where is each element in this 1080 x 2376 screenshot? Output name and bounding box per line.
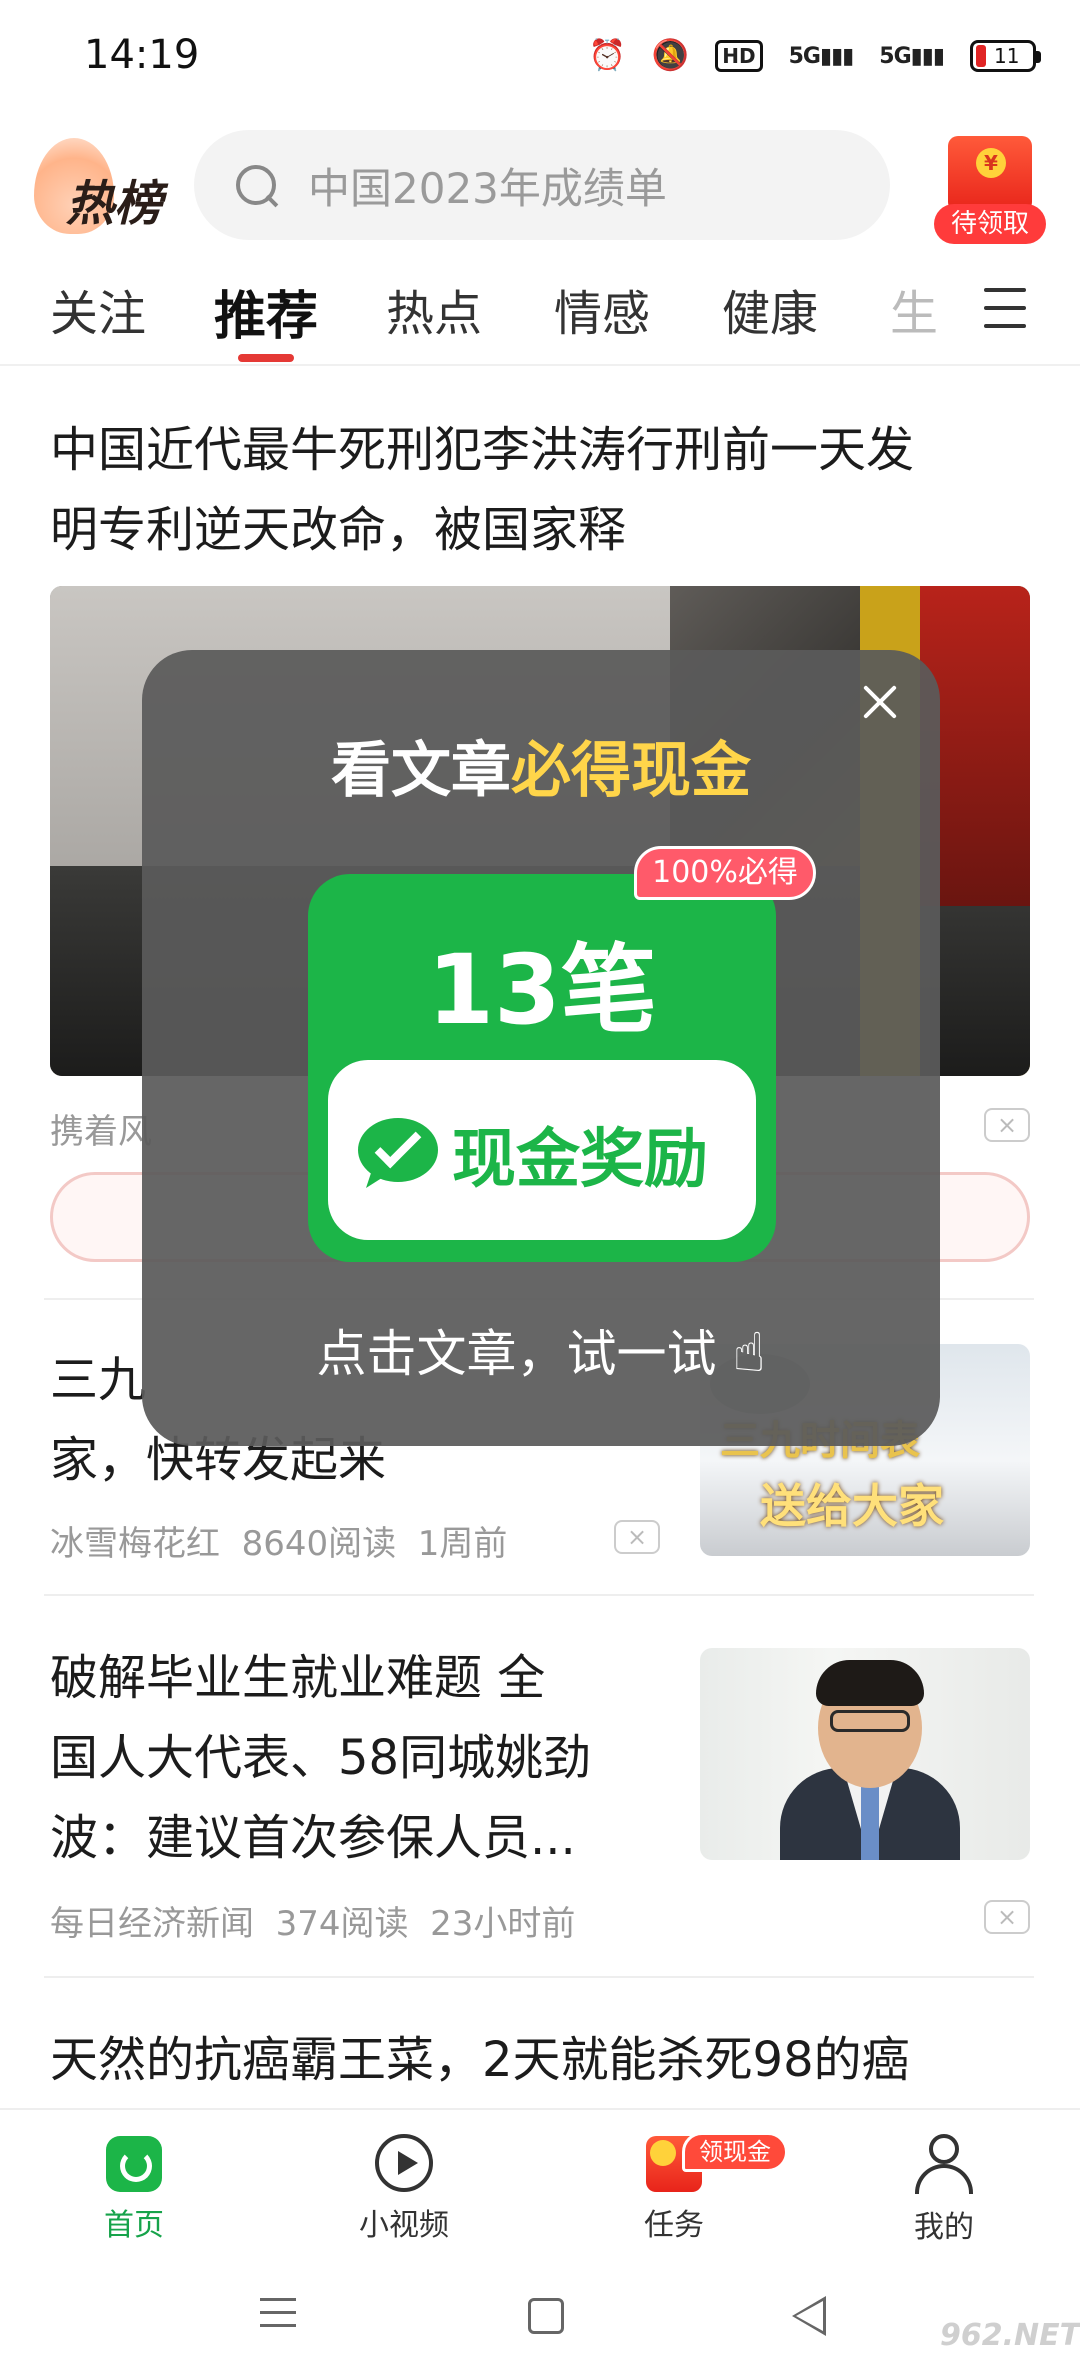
mute-bell-icon: 🔕 (651, 38, 690, 73)
tab-life[interactable]: 生 (890, 274, 938, 344)
active-tab-indicator (238, 354, 294, 362)
reward-card[interactable]: 13笔 现金奖励 (308, 874, 776, 1262)
category-tabs: 关注 推荐 热点 情感 健康 生 (0, 250, 1080, 366)
coin-icon: ¥ (976, 148, 1006, 178)
app-header: 热榜 中国2023年成绩单 ¥ 待领取 (0, 120, 1080, 250)
dismiss-button[interactable]: × (984, 1108, 1030, 1142)
nav-me[interactable]: 我的 (844, 2122, 1044, 2246)
bottom-navigation: 首页 小视频 任务 领现金 我的 (0, 2108, 1080, 2258)
status-icons: ⏰ 🔕 HD 5G▮▮▮ 5G▮▮▮ 11 (588, 36, 1041, 76)
guarantee-badge: 100%必得 (634, 846, 816, 900)
nav-tasks[interactable]: 任务 领现金 (574, 2122, 788, 2244)
red-envelope-button[interactable]: ¥ 待领取 (930, 130, 1050, 246)
tap-hand-icon: ☝ (732, 1321, 766, 1384)
tab-hot[interactable]: 热点 (386, 274, 482, 344)
redpack-label: 待领取 (934, 204, 1046, 244)
article-thumbnail[interactable] (700, 1648, 1030, 1860)
tab-emotion[interactable]: 情感 (554, 274, 650, 344)
profile-icon (915, 2134, 973, 2194)
reward-label: 现金奖励 (452, 1123, 708, 1197)
article-title[interactable]: 破解毕业生就业难题 全 国人大代表、58同城姚劲 波：建议首次参保人员... (50, 1638, 670, 1878)
tab-health[interactable]: 健康 (722, 274, 818, 344)
alarm-icon: ⏰ (588, 38, 626, 73)
tabs-menu-icon[interactable] (984, 288, 1026, 328)
article-title[interactable]: 中国近代最牛死刑犯李洪涛行刑前一天发 明专利逆天改命，被国家释 (50, 410, 1040, 570)
reward-inner: 现金奖励 (328, 1060, 756, 1240)
search-bar[interactable]: 中国2023年成绩单 (194, 130, 890, 240)
popup-title: 看文章必得现金 (331, 736, 751, 806)
tab-recommend[interactable]: 推荐 (214, 274, 318, 349)
article-title[interactable]: 天然的抗癌霸王菜，2天就能杀死98的癌 (50, 2020, 1040, 2100)
dismiss-button[interactable]: × (614, 1520, 660, 1554)
status-time: 14:19 (84, 32, 200, 78)
home-icon (106, 2136, 162, 2192)
divider (44, 1976, 1034, 1978)
article-meta: 每日经济新闻 374阅读 23小时前 (50, 1904, 576, 1944)
watermark: 962.NET (940, 2318, 1080, 2353)
system-navigation-bar (0, 2258, 1080, 2376)
recent-apps-icon[interactable] (260, 2298, 296, 2337)
back-triangle-icon[interactable] (792, 2296, 826, 2336)
nav-short-video[interactable]: 小视频 (304, 2122, 504, 2244)
search-placeholder: 中国2023年成绩单 (308, 163, 667, 213)
tab-follow[interactable]: 关注 (50, 274, 146, 344)
logo-text: 热榜 (66, 176, 163, 232)
task-badge: 领现金 (682, 2132, 788, 2172)
article-source: 携着风 (50, 1112, 152, 1152)
hd-icon: HD (715, 40, 763, 72)
close-icon[interactable] (858, 680, 902, 724)
play-icon (375, 2134, 433, 2192)
dismiss-button[interactable]: × (984, 1900, 1030, 1934)
cash-reward-popup: 看文章必得现金 13笔 现金奖励 100%必得 点击文章，试一试 ☝ (142, 650, 940, 1446)
battery-icon: 11 (970, 40, 1041, 72)
nav-home[interactable]: 首页 (34, 2122, 234, 2244)
popup-hint[interactable]: 点击文章，试一试 ☝ (142, 1314, 940, 1386)
signal-icon-2: 5G▮▮▮ (879, 43, 945, 69)
reward-count: 13笔 (427, 934, 657, 1046)
app-logo[interactable]: 热榜 (34, 130, 164, 240)
article-meta: 冰雪梅花红 8640阅读 1周前 (50, 1524, 508, 1564)
divider (44, 1594, 1034, 1596)
home-square-icon[interactable] (528, 2298, 564, 2334)
status-bar: 14:19 ⏰ 🔕 HD 5G▮▮▮ 5G▮▮▮ 11 (0, 0, 1080, 120)
signal-icon: 5G▮▮▮ (788, 43, 855, 69)
wechat-pay-icon (358, 1118, 438, 1188)
search-icon (234, 163, 278, 207)
